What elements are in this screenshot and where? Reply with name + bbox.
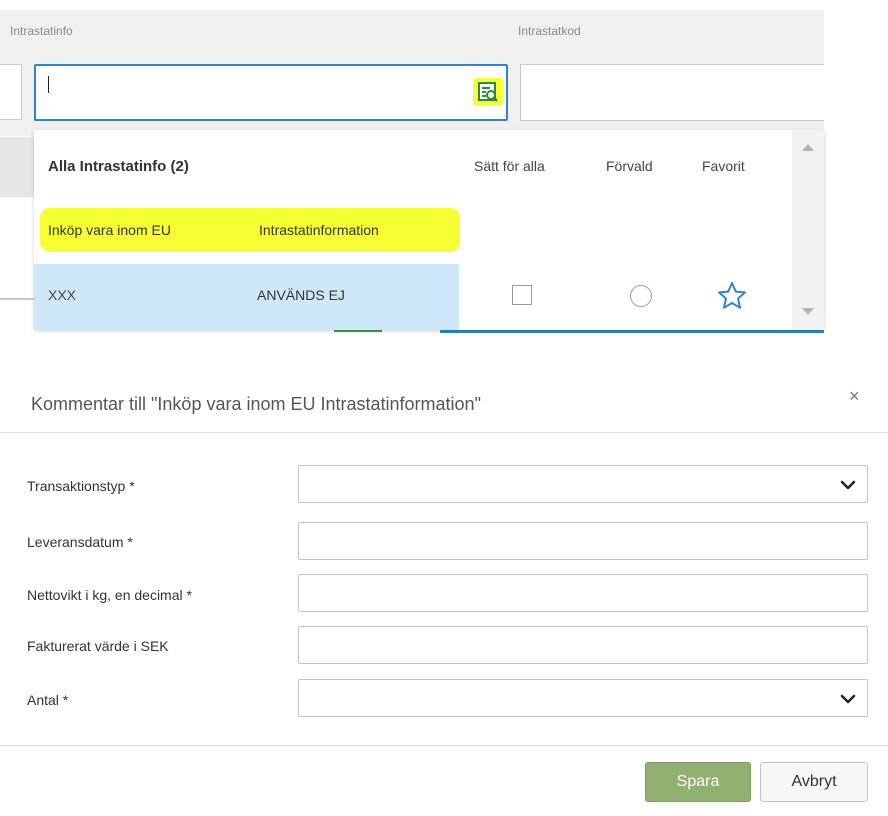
quantity-label: Antal *	[27, 692, 69, 708]
delivery-date-field[interactable]	[298, 522, 868, 560]
dropdown-scrollbar[interactable]	[792, 130, 824, 330]
intrastatinfo-dropdown[interactable]: Alla Intrastatinfo (2) Sätt för alla För…	[34, 130, 824, 330]
lookup-icon[interactable]	[473, 78, 503, 106]
column-default: Förvald	[606, 158, 653, 174]
close-icon[interactable]: ×	[849, 386, 860, 407]
underlying-divider	[0, 298, 34, 300]
text-caret	[48, 76, 49, 93]
net-weight-field[interactable]	[298, 574, 868, 612]
invoiced-value-field[interactable]	[298, 626, 868, 664]
column-set-for-all: Sätt för alla	[474, 158, 545, 174]
intrastatkod-column-label: Intrastatkod	[518, 24, 581, 38]
column-header-strip	[0, 10, 824, 58]
underlying-row-background	[0, 137, 34, 197]
quantity-select[interactable]	[298, 679, 868, 717]
intrastatinfo-column-label: Intrastatinfo	[10, 24, 73, 38]
modal-header-divider	[0, 432, 888, 433]
modal-footer-divider	[0, 745, 888, 746]
list-item[interactable]	[34, 264, 459, 330]
intrastat-form-area: Intrastatinfo Intrastatkod Alla Intrasta…	[0, 0, 888, 335]
scroll-down-arrow[interactable]	[802, 308, 814, 315]
transaction-type-label: Transaktionstyp *	[27, 478, 135, 494]
transaction-type-select[interactable]	[298, 465, 868, 503]
chevron-down-icon[interactable]	[840, 694, 856, 704]
intrastatkod-input[interactable]	[520, 64, 824, 121]
modal-title: Kommentar till "Inköp vara inom EU Intra…	[31, 394, 481, 414]
net-weight-label: Nettovikt i kg, en decimal *	[27, 587, 192, 603]
previous-field-stub[interactable]	[0, 64, 22, 120]
cancel-button[interactable]: Avbryt	[760, 762, 868, 802]
intrastatinfo-input[interactable]	[34, 64, 508, 121]
list-item-code[interactable]: XXX	[48, 287, 76, 303]
set-for-all-checkbox[interactable]	[512, 285, 532, 305]
invoiced-value-label: Fakturerat värde i SEK	[27, 638, 169, 654]
chevron-down-icon[interactable]	[840, 480, 856, 490]
delivery-date-label: Leveransdatum *	[27, 534, 133, 550]
star-icon[interactable]	[716, 280, 748, 312]
comment-modal: Kommentar till "Inköp vara inom EU Intra…	[0, 366, 888, 816]
underlying-accent-line	[440, 330, 824, 333]
group-subheader-name: Inköp vara inom EU	[48, 222, 171, 238]
dropdown-title: Alla Intrastatinfo (2)	[48, 158, 189, 175]
scroll-up-arrow[interactable]	[802, 144, 814, 151]
list-item-text[interactable]: ANVÄNDS EJ	[257, 287, 345, 303]
group-subheader-description: Intrastatinformation	[259, 222, 379, 238]
save-button[interactable]: Spara	[645, 762, 751, 802]
default-radio[interactable]	[630, 285, 652, 307]
column-favorite: Favorit	[702, 158, 745, 174]
